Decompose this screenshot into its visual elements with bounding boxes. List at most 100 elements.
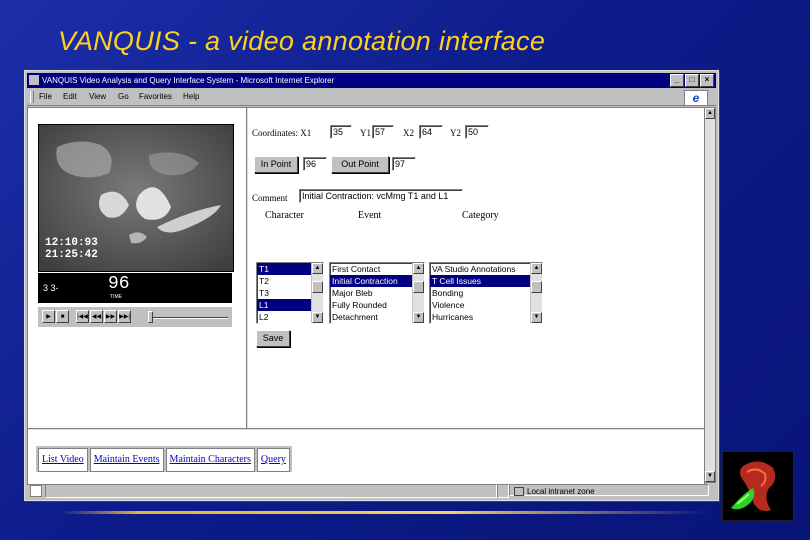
window-controls: _ □ ×	[670, 74, 714, 87]
status-zone: Local intranet zone	[509, 484, 709, 497]
video-timestamp-time: 21:25:42	[45, 249, 98, 261]
gold-divider-line	[60, 511, 710, 514]
seek-track	[150, 317, 228, 319]
list-item[interactable]: T1	[257, 263, 311, 275]
page-status-icon	[30, 485, 42, 497]
counter-value: 96	[108, 274, 130, 294]
scroll-up-arrow-icon[interactable]: ▲	[531, 263, 542, 274]
first-frame-button[interactable]: |◀◀	[76, 310, 89, 323]
counter-left: 3 3-	[43, 283, 59, 293]
last-frame-button[interactable]: ▶▶|	[118, 310, 131, 323]
menu-help[interactable]: Help	[183, 89, 199, 105]
y1-label: Y1	[360, 128, 371, 138]
frame-divider-horizontal	[28, 428, 704, 430]
navigation-links: List Video Maintain Events Maintain Char…	[36, 446, 292, 472]
video-frame[interactable]: 12:10:93 21:25:42	[38, 124, 234, 272]
category-list-scrollbar[interactable]: ▲ ▼	[530, 263, 542, 323]
menu-edit[interactable]: Edit	[63, 89, 77, 105]
menu-file[interactable]: File	[39, 89, 52, 105]
event-list-scrollbar[interactable]: ▲ ▼	[412, 263, 424, 323]
coordinates-label: Coordinates: X1	[252, 128, 312, 138]
cell-logo-image	[722, 451, 794, 521]
y2-label: Y2	[450, 128, 461, 138]
menu-favorites[interactable]: Favorites	[139, 89, 172, 105]
x1-field[interactable]: 35	[330, 125, 352, 139]
nav-query[interactable]: Query	[256, 448, 290, 472]
menubar-grip	[30, 91, 34, 103]
nav-maintain-events[interactable]: Maintain Events	[89, 448, 164, 472]
list-item[interactable]: L2	[257, 311, 311, 323]
y2-field[interactable]: 50	[465, 125, 489, 139]
frame-divider-vertical	[246, 108, 248, 428]
rewind-button[interactable]: ◀◀	[90, 310, 103, 323]
maximize-button[interactable]: □	[685, 74, 699, 87]
ie-logo-icon: e	[684, 90, 708, 106]
statusbar: Local intranet zone	[27, 484, 716, 498]
comment-field[interactable]: Initial Contraction: vcMmg T1 and L1	[299, 189, 463, 203]
list-item[interactable]: Detachment	[330, 311, 412, 323]
list-item[interactable]: Initial Contraction	[330, 275, 412, 287]
list-item[interactable]: Fully Rounded	[330, 299, 412, 311]
event-header: Event	[358, 210, 382, 221]
list-item[interactable]: First Contact	[330, 263, 412, 275]
app-icon	[29, 75, 39, 85]
menu-go[interactable]: Go	[118, 89, 129, 105]
list-item[interactable]: T3	[257, 287, 311, 299]
scroll-down-arrow-icon[interactable]: ▼	[705, 471, 715, 482]
menubar: File Edit View Go Favorites Help e	[27, 89, 716, 106]
video-timestamp-date: 12:10:93	[45, 237, 98, 249]
save-button[interactable]: Save	[256, 330, 290, 347]
category-listbox[interactable]: VA Studio Annotations T Cell Issues Bond…	[429, 262, 543, 324]
x2-field[interactable]: 64	[419, 125, 443, 139]
play-button[interactable]: ▶	[42, 310, 55, 323]
scroll-thumb[interactable]	[413, 281, 424, 293]
list-item[interactable]: T Cell Issues	[430, 275, 530, 287]
in-point-button[interactable]: In Point	[254, 156, 298, 173]
window-title: VANQUIS Video Analysis and Query Interfa…	[42, 76, 335, 85]
nav-maintain-characters[interactable]: Maintain Characters	[165, 448, 255, 472]
browser-window: VANQUIS Video Analysis and Query Interfa…	[24, 70, 719, 501]
list-item[interactable]: Major Bleb	[330, 287, 412, 299]
character-header: Character	[265, 210, 304, 221]
scroll-up-arrow-icon[interactable]: ▲	[705, 108, 715, 119]
status-zone-text: Local intranet zone	[527, 487, 595, 496]
scroll-down-arrow-icon[interactable]: ▼	[413, 312, 424, 323]
scroll-thumb[interactable]	[531, 281, 542, 293]
scroll-up-arrow-icon[interactable]: ▲	[312, 263, 323, 274]
out-point-field[interactable]: 97	[392, 157, 416, 171]
slide-title: VANQUIS - a video annotation interface	[58, 26, 546, 56]
list-item[interactable]: L1	[257, 299, 311, 311]
list-item[interactable]: Violence	[430, 299, 530, 311]
scroll-thumb[interactable]	[312, 281, 323, 293]
counter-unit: TIME	[110, 294, 122, 300]
menu-view[interactable]: View	[89, 89, 106, 105]
close-button[interactable]: ×	[700, 74, 714, 87]
list-item[interactable]: Bonding	[430, 287, 530, 299]
stop-button[interactable]: ■	[56, 310, 69, 323]
list-item[interactable]: T2	[257, 275, 311, 287]
comment-label: Comment	[252, 193, 288, 203]
scroll-down-arrow-icon[interactable]: ▼	[531, 312, 542, 323]
scroll-down-arrow-icon[interactable]: ▼	[312, 312, 323, 323]
character-listbox[interactable]: T1 T2 T3 L1 L2 ▲ ▼	[256, 262, 324, 324]
seek-slider-thumb[interactable]	[148, 311, 153, 323]
status-cell	[497, 484, 509, 498]
window-titlebar: VANQUIS Video Analysis and Query Interfa…	[27, 73, 716, 88]
frame-counter-display: 3 3- 96 TIME	[38, 273, 232, 303]
list-item[interactable]: VA Studio Annotations	[430, 263, 530, 275]
transport-bar: ▶ ■ |◀◀ ◀◀ ▶▶ ▶▶|	[38, 307, 232, 327]
character-list-scrollbar[interactable]: ▲ ▼	[311, 263, 323, 323]
event-listbox[interactable]: First Contact Initial Contraction Major …	[329, 262, 425, 324]
minimize-button[interactable]: _	[670, 74, 684, 87]
category-header: Category	[462, 210, 499, 221]
nav-list-video[interactable]: List Video	[38, 448, 88, 472]
x2-label: X2	[403, 128, 414, 138]
scroll-up-arrow-icon[interactable]: ▲	[413, 263, 424, 274]
page-scrollbar[interactable]: ▲ ▼	[704, 107, 716, 483]
intranet-zone-icon	[514, 487, 524, 497]
y1-field[interactable]: 57	[372, 125, 394, 139]
out-point-button[interactable]: Out Point	[331, 156, 389, 173]
list-item[interactable]: Hurricanes	[430, 311, 530, 323]
in-point-field[interactable]: 96	[303, 157, 327, 171]
forward-button[interactable]: ▶▶	[104, 310, 117, 323]
